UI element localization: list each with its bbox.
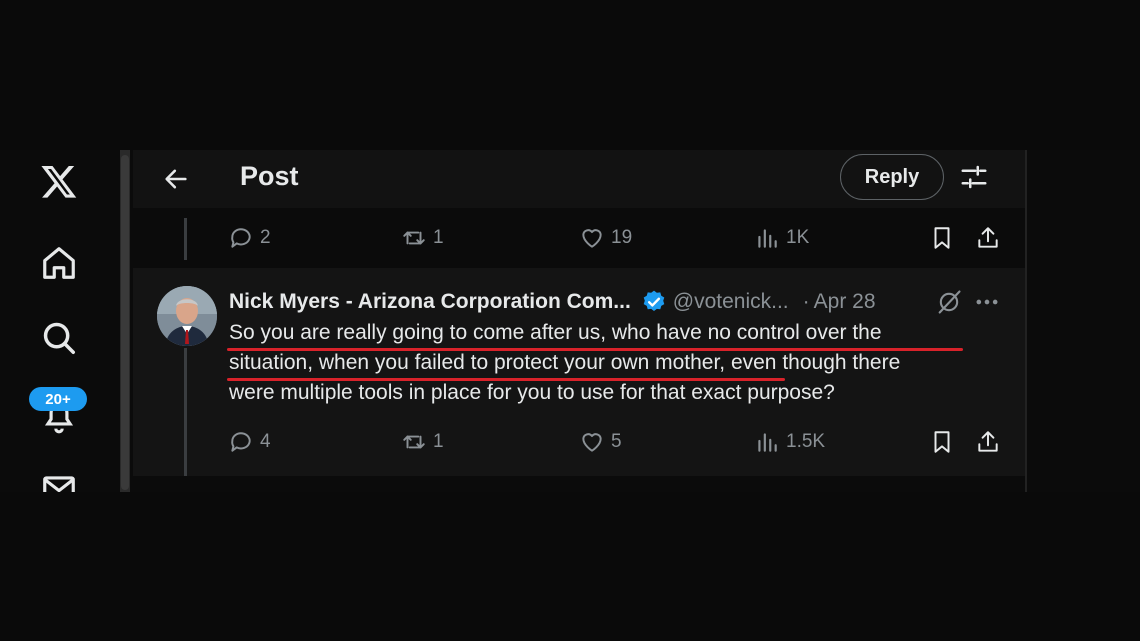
post-header: Post Reply (133, 150, 1025, 208)
home-icon[interactable] (38, 242, 80, 284)
views-count: 1K (786, 227, 810, 248)
reply-count: 2 (260, 227, 271, 248)
reply-action[interactable]: 2 (228, 218, 271, 258)
more-icon[interactable] (973, 288, 1001, 316)
like-icon (582, 433, 602, 452)
mail-icon[interactable] (38, 466, 80, 492)
repost-icon (403, 231, 425, 245)
bookmark-icon[interactable] (929, 218, 955, 258)
tweet-line-2: situation, when you failed to protect yo… (229, 351, 901, 374)
tweet-line-3: were multiple tools in place for you to … (229, 381, 835, 404)
like-count: 5 (611, 431, 622, 452)
share-icon[interactable] (975, 422, 1001, 462)
red-underline (227, 378, 785, 381)
page-title: Post (240, 161, 299, 191)
repost-action[interactable]: 1 (401, 422, 444, 462)
views-icon (758, 433, 777, 452)
repost-icon (403, 435, 425, 449)
repost-count: 1 (433, 227, 444, 248)
views-icon (758, 229, 777, 248)
tweet-line-1: So you are really going to come after us… (229, 321, 882, 344)
back-arrow-icon[interactable] (157, 160, 195, 198)
reply-count: 4 (260, 431, 271, 452)
author-row: Nick Myers - Arizona Corporation Com... … (229, 288, 876, 316)
notifications-badge: 20+ (29, 387, 87, 411)
separator-dot: · (802, 290, 810, 313)
bookmark-icon[interactable] (929, 422, 955, 462)
settings-sliders-icon[interactable] (959, 162, 989, 192)
post-date[interactable]: Apr 28 (814, 290, 876, 314)
avatar[interactable] (157, 286, 217, 346)
author-name[interactable]: Nick Myers - Arizona Corporation Com... (229, 290, 631, 314)
repost-action[interactable]: 1 (401, 218, 444, 258)
like-icon (582, 229, 602, 248)
repost-count: 1 (433, 431, 444, 452)
red-underline (227, 348, 963, 351)
search-icon[interactable] (38, 317, 80, 359)
previous-post-actions: 2 1 19 1K (133, 218, 1025, 258)
tweet-actions: 4 1 5 1.5K (133, 422, 1025, 462)
reply-button[interactable]: Reply (840, 154, 944, 200)
tweet-text: So you are really going to come after us… (229, 318, 989, 408)
x-logo-icon[interactable] (38, 160, 80, 202)
verified-icon (643, 290, 665, 311)
tweet[interactable]: Nick Myers - Arizona Corporation Com... … (133, 268, 1025, 476)
reply-icon (231, 228, 251, 248)
grok-icon[interactable] (935, 288, 963, 316)
like-action[interactable]: 5 (579, 422, 622, 462)
scrollbar-thumb[interactable] (121, 155, 129, 490)
views-action[interactable]: 1.5K (754, 422, 825, 462)
like-count: 19 (611, 227, 633, 248)
like-action[interactable]: 19 (579, 218, 632, 258)
column-divider (1025, 150, 1027, 492)
share-icon[interactable] (975, 218, 1001, 258)
views-action[interactable]: 1K (754, 218, 809, 258)
views-count: 1.5K (786, 431, 826, 452)
reply-icon (231, 432, 251, 452)
author-handle[interactable]: @votenick... (673, 290, 789, 314)
reply-action[interactable]: 4 (228, 422, 271, 462)
left-nav: 20+ (0, 150, 118, 492)
